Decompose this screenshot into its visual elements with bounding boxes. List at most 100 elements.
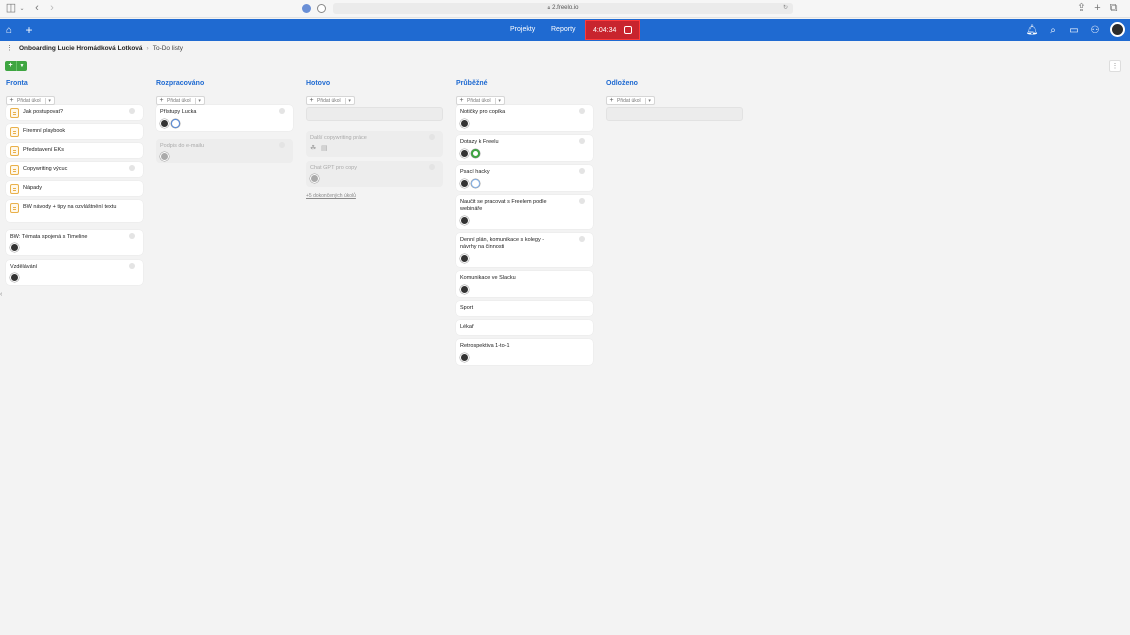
chevron-down-icon[interactable]: ▾ <box>194 97 204 104</box>
document-icon <box>10 203 19 213</box>
add-task-label: Přidat úkol <box>167 97 191 104</box>
privacy-shield-icon[interactable] <box>317 4 326 13</box>
share-icon[interactable]: ⇪ <box>1077 2 1086 15</box>
avatar[interactable] <box>460 285 469 294</box>
task-card[interactable]: Jak postupovat? <box>6 105 143 120</box>
add-task-button[interactable]: + Přidat úkol ▾ <box>456 96 505 105</box>
chevron-down-icon[interactable]: ▾ <box>44 97 54 104</box>
task-card[interactable]: Psací hacky <box>456 165 593 191</box>
tabs-icon[interactable]: ⧉ <box>1109 2 1118 15</box>
column-title[interactable]: Hotovo <box>306 79 443 89</box>
task-card[interactable]: Podpis do e-mailu <box>156 139 293 163</box>
task-card[interactable]: BW návody + tipy na ozvláštnění textu <box>6 200 143 222</box>
task-card[interactable]: BW: Témata spojená s Timeline <box>6 230 143 255</box>
nav-projekty[interactable]: Projekty <box>510 19 535 41</box>
column-title[interactable]: Odloženo <box>606 79 743 89</box>
breadcrumb-project[interactable]: Onboarding Lucie Hromádková Lotková <box>19 43 143 55</box>
more-vertical-icon[interactable]: ⋮ <box>1109 60 1121 72</box>
time-tracker[interactable]: 4:04:34 <box>585 20 640 40</box>
breadcrumb-list[interactable]: To-Do listy <box>153 43 183 55</box>
avatar[interactable] <box>171 119 180 128</box>
avatar[interactable] <box>460 254 469 263</box>
task-card[interactable]: Firemní playbook <box>6 124 143 139</box>
user-avatar[interactable] <box>1110 22 1125 37</box>
home-icon[interactable]: ⌂ <box>3 22 15 38</box>
task-title: Sport <box>460 305 474 311</box>
bell-icon[interactable]: 🔔︎ <box>1026 22 1039 38</box>
search-icon[interactable]: ⌕ <box>1047 22 1059 38</box>
forward-icon[interactable]: › <box>48 2 56 15</box>
task-card[interactable]: Další copywriting práce ☘ ▤ <box>306 131 443 157</box>
task-card[interactable]: Chat GPT pro copy <box>306 161 443 187</box>
task-card[interactable]: Lékař <box>456 320 593 335</box>
avatar[interactable] <box>310 174 319 183</box>
avatar[interactable] <box>160 119 169 128</box>
task-card[interactable]: Nápady <box>6 181 143 196</box>
completed-tasks-link[interactable]: +5 dokončených úkolů <box>306 193 356 199</box>
add-list-button[interactable]: + ▼ <box>5 61 27 71</box>
column-title[interactable]: Fronta <box>6 79 143 89</box>
task-card[interactable]: Komunikace ve Slacku <box>456 271 593 297</box>
counter-badge <box>579 138 585 144</box>
avatar[interactable] <box>460 119 469 128</box>
task-card[interactable]: Sport <box>456 301 593 316</box>
assignees <box>160 119 180 128</box>
task-card[interactable]: Copywriting výcuc <box>6 162 143 177</box>
avatar[interactable] <box>10 273 19 282</box>
task-title: Psací hacky <box>460 169 490 175</box>
add-task-label: Přidat úkol <box>17 97 41 104</box>
add-task-button[interactable]: + Přidat úkol ▾ <box>6 96 55 105</box>
avatar[interactable] <box>10 243 19 252</box>
column-title[interactable]: Průběžné <box>456 79 593 89</box>
task-title: Denní plán, komunikace s kolegy - návrhy… <box>460 237 545 250</box>
task-card[interactable]: Přístupy Lucka <box>156 105 293 131</box>
chevron-down-icon[interactable]: ▾ <box>644 97 654 104</box>
avatar[interactable] <box>460 353 469 362</box>
document-icon <box>10 165 19 175</box>
assignees <box>310 174 319 183</box>
favicon-icon[interactable] <box>302 4 311 13</box>
add-task-button[interactable]: + Přidat úkol ▾ <box>606 96 655 105</box>
task-title: Vzdělávání <box>10 264 38 270</box>
team-icon[interactable]: ⚇ <box>1089 22 1101 38</box>
counter-badge <box>129 108 135 114</box>
chevron-down-icon[interactable]: ▾ <box>344 97 354 104</box>
back-icon[interactable]: ‹ <box>33 2 41 15</box>
add-task-button[interactable]: + Přidat úkol ▾ <box>306 96 355 105</box>
add-task-button[interactable]: + Přidat úkol ▾ <box>156 96 205 105</box>
avatar[interactable] <box>460 216 469 225</box>
nav-reporty[interactable]: Reporty <box>551 19 576 41</box>
counter-badge <box>129 165 135 171</box>
collapse-arrow-icon[interactable]: ‹ <box>0 291 2 298</box>
new-task-placeholder[interactable] <box>606 107 743 121</box>
avatar[interactable] <box>160 152 169 161</box>
chevron-down-icon[interactable]: ⌄ <box>19 2 25 15</box>
reload-icon[interactable]: ↻ <box>783 3 788 14</box>
new-task-placeholder[interactable] <box>306 107 443 121</box>
sidebar-icon[interactable]: ◫ <box>6 2 16 15</box>
avatar[interactable] <box>471 179 480 188</box>
stop-icon[interactable] <box>624 26 632 34</box>
more-vertical-icon[interactable]: ⋮ <box>6 43 13 55</box>
task-card[interactable]: Vzdělávání <box>6 260 143 285</box>
task-card[interactable]: Naučit se pracovat s Freelem podle webin… <box>456 195 593 229</box>
counter-badge <box>429 134 435 140</box>
counter-badge <box>579 198 585 204</box>
task-card[interactable]: Retrospektiva 1-to-1 <box>456 339 593 365</box>
plus-icon: + <box>5 61 17 71</box>
add-icon[interactable]: + <box>23 22 35 38</box>
avatar[interactable] <box>460 149 469 158</box>
task-card[interactable]: Dotazy k Freelu <box>456 135 593 161</box>
avatar[interactable] <box>471 149 480 158</box>
task-card[interactable]: Představení EKs <box>6 143 143 158</box>
address-bar[interactable]: 🔒︎ 2.freelo.io ↻ <box>333 3 793 14</box>
plus-icon: + <box>459 97 464 104</box>
task-card[interactable]: Denní plán, komunikace s kolegy - návrhy… <box>456 233 593 267</box>
task-card[interactable]: Notičky pro copíka <box>456 105 593 131</box>
chevron-down-icon[interactable]: ▾ <box>494 97 504 104</box>
browser-toolbar: ◫ ⌄ ‹ › 🔒︎ 2.freelo.io ↻ ⇪ + ⧉ <box>0 0 1130 18</box>
avatar[interactable] <box>460 179 469 188</box>
new-tab-icon[interactable]: + <box>1093 2 1102 15</box>
column-title[interactable]: Rozpracováno <box>156 79 293 89</box>
calendar-icon[interactable]: ▭ <box>1068 22 1080 38</box>
